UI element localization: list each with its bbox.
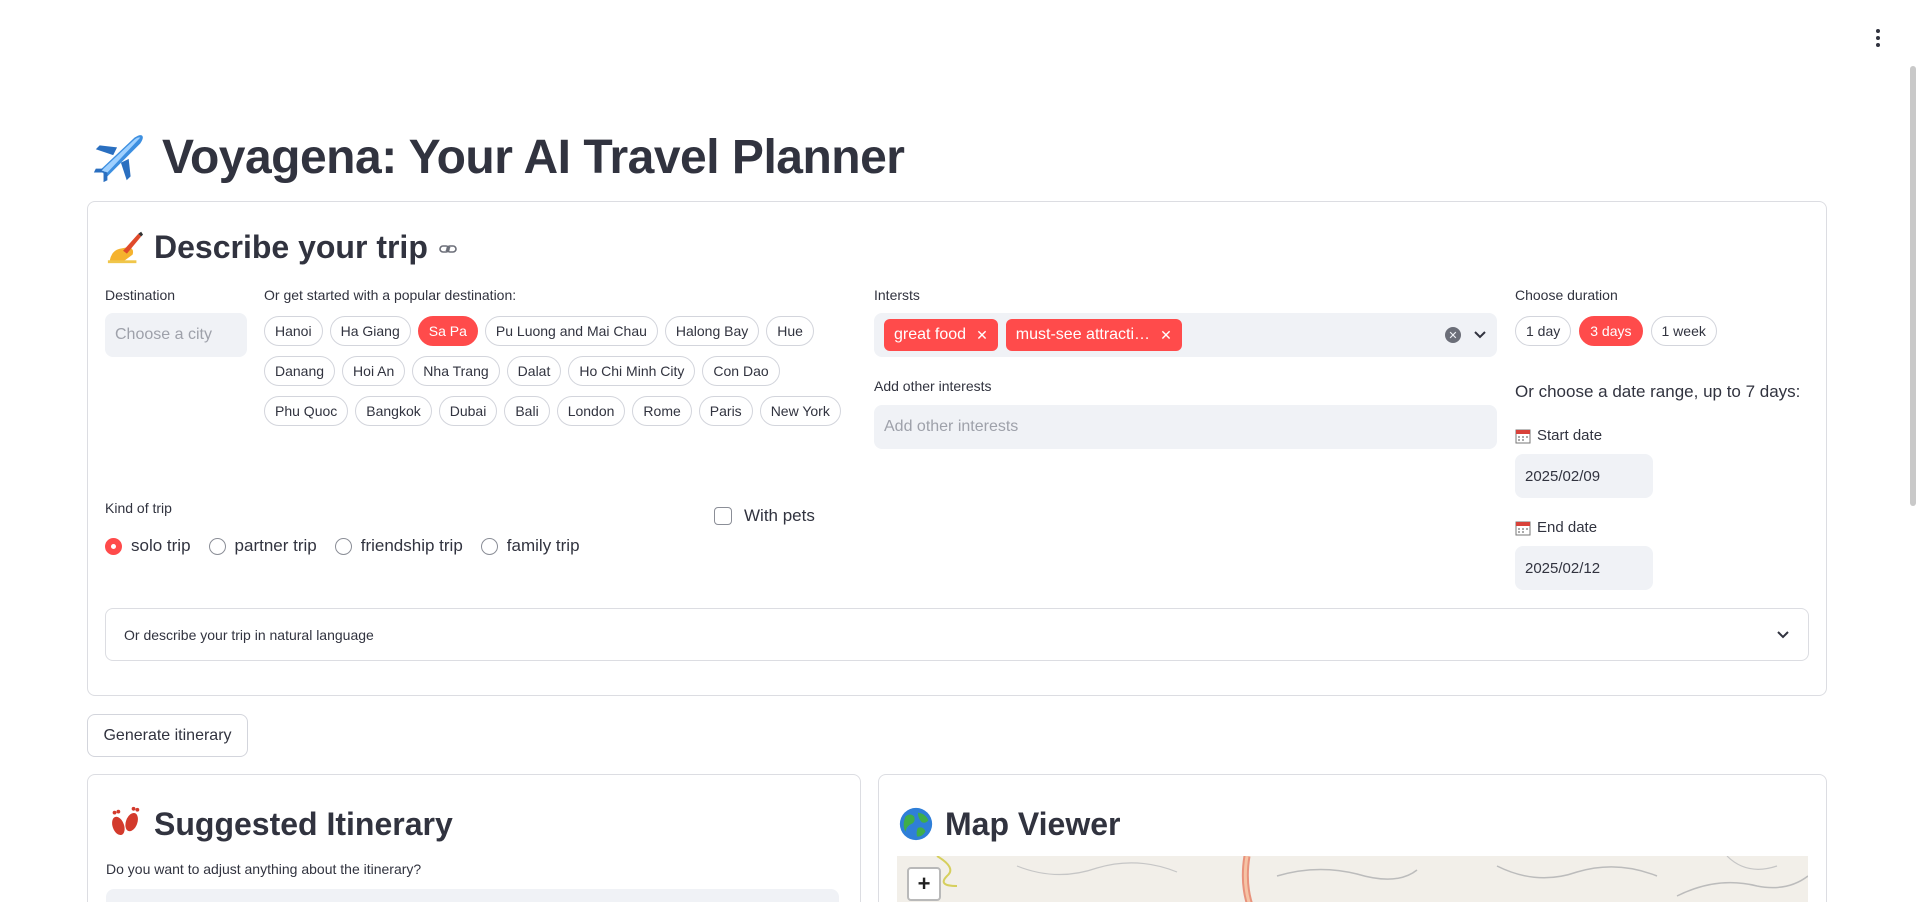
interest-tag-label: great food	[894, 326, 967, 343]
page-scrollbar[interactable]	[1908, 60, 1918, 902]
interest-tag[interactable]: must-see attracti… ✕	[1005, 319, 1182, 351]
end-date-label-text: End date	[1537, 519, 1598, 536]
adjust-itinerary-label: Do you want to adjust anything about the…	[106, 861, 422, 877]
destination-pill[interactable]: Rome	[632, 396, 692, 426]
destination-pill[interactable]: Phu Quoc	[264, 396, 349, 426]
start-date-label: Start date	[1515, 427, 1602, 444]
interests-label: Intersts	[874, 287, 920, 303]
menu-dot	[1876, 36, 1880, 40]
destination-pill[interactable]: Nha Trang	[412, 356, 500, 386]
radio-dot[interactable]	[105, 537, 122, 555]
link-icon[interactable]	[438, 239, 458, 259]
radio-dot[interactable]	[208, 537, 226, 555]
chevron-down-icon[interactable]	[1473, 328, 1487, 342]
destination-pill[interactable]: Ho Chi Minh City	[568, 356, 696, 386]
destination-pill[interactable]: Hoi An	[342, 356, 406, 386]
itinerary-card: Suggested Itinerary Do you want to adjus…	[87, 774, 861, 902]
destination-pill[interactable]: Dubai	[438, 396, 498, 426]
writing-hand-icon	[107, 231, 144, 264]
kind-of-trip-radio[interactable]: partner trip	[208, 536, 317, 556]
destination-pill[interactable]: Bangkok	[355, 396, 432, 426]
destination-label: Destination	[105, 287, 176, 303]
map-roads	[936, 856, 1808, 902]
end-date-input[interactable]: 2025/02/12	[1515, 546, 1653, 590]
map-viewer-card: Map Viewer +	[878, 774, 1827, 902]
other-interests-label: Add other interests	[874, 378, 992, 394]
adjust-itinerary-input[interactable]	[106, 889, 839, 902]
destination-input[interactable]: Choose a city	[105, 313, 247, 357]
destination-pill[interactable]: Danang	[264, 356, 336, 386]
remove-tag-icon[interactable]: ✕	[976, 327, 988, 344]
describe-heading: Describe your trip	[106, 228, 458, 266]
kind-of-trip-radio[interactable]: solo trip	[105, 536, 191, 556]
radio-label: partner trip	[234, 536, 317, 555]
destination-pill[interactable]: Dalat	[506, 356, 562, 386]
interest-tag-label: must-see attracti…	[1015, 326, 1151, 343]
map-heading-text: Map Viewer	[945, 805, 1121, 842]
radio-dot[interactable]	[334, 537, 352, 555]
duration-pill[interactable]: 3 days	[1579, 316, 1643, 346]
globe-icon	[899, 807, 933, 841]
map-heading: Map Viewer	[897, 805, 1120, 843]
itinerary-heading-text: Suggested Itinerary	[154, 805, 453, 842]
with-pets-label: With pets	[744, 506, 815, 525]
other-interests-input[interactable]: Add other interests	[874, 405, 1497, 449]
scrollbar-thumb[interactable]	[1910, 66, 1916, 506]
remove-tag-icon[interactable]: ✕	[1160, 327, 1172, 344]
date-range-label: Or choose a date range, up to 7 days:	[1515, 382, 1801, 401]
destination-pill[interactable]: Hanoi	[264, 316, 323, 346]
chevron-down-icon	[1777, 630, 1789, 638]
destination-pill[interactable]: London	[556, 396, 626, 426]
natural-language-expander[interactable]: Or describe your trip in natural languag…	[105, 608, 1809, 661]
popular-destination-pills: Hanoi Ha Giang Sa Pa Pu Luong and Mai Chau H…	[264, 316, 854, 426]
kind-of-trip-label: Kind of trip	[105, 500, 172, 516]
destination-pill[interactable]: Ha Giang	[329, 316, 411, 346]
duration-pill[interactable]: 1 day	[1515, 316, 1572, 346]
itinerary-heading: Suggested Itinerary	[106, 805, 453, 843]
zoom-in-button[interactable]: +	[907, 867, 941, 901]
radio-label: family trip	[506, 536, 580, 555]
with-pets-checkbox[interactable]: With pets	[714, 506, 815, 526]
describe-heading-text: Describe your trip	[154, 228, 428, 265]
end-date-label: End date	[1515, 519, 1597, 536]
destination-pill[interactable]: New York	[759, 396, 841, 426]
airplane-icon	[93, 135, 143, 183]
map-canvas[interactable]: +	[897, 856, 1808, 902]
menu-dot	[1876, 29, 1880, 33]
calendar-icon	[1515, 521, 1531, 535]
footprints-icon	[112, 806, 140, 836]
natural-language-label: Or describe your trip in natural languag…	[124, 626, 374, 643]
destination-pill[interactable]: Pu Luong and Mai Chau	[484, 316, 658, 346]
kind-of-trip-radio-group: solo trip partner trip friendship trip fami…	[105, 536, 580, 556]
clear-all-icon[interactable]: ✕	[1445, 327, 1461, 343]
radio-label: friendship trip	[360, 536, 463, 555]
duration-pill[interactable]: 1 week	[1650, 316, 1717, 346]
generate-itinerary-button[interactable]: Generate itinerary	[87, 714, 248, 757]
popular-destinations-label: Or get started with a popular destinatio…	[264, 287, 517, 303]
start-date-label-text: Start date	[1537, 427, 1603, 444]
interest-tag[interactable]: great food ✕	[884, 319, 998, 351]
main-menu-button[interactable]	[1868, 26, 1888, 50]
destination-pill[interactable]: Con Dao	[702, 356, 780, 386]
menu-dot	[1876, 43, 1880, 47]
destination-pill[interactable]: Bali	[504, 396, 550, 426]
duration-pills: 1 day 3 days 1 week	[1515, 316, 1717, 346]
duration-label: Choose duration	[1515, 287, 1618, 303]
page-title: Voyagena: Your AI Travel Planner	[90, 128, 905, 186]
destination-pill[interactable]: Hue	[766, 316, 814, 346]
kind-of-trip-radio[interactable]: friendship trip	[334, 536, 463, 556]
start-date-input[interactable]: 2025/02/09	[1515, 454, 1653, 498]
interests-multiselect[interactable]: great food ✕ must-see attracti… ✕ ✕	[874, 313, 1497, 357]
checkbox-box[interactable]	[714, 507, 732, 525]
app-title: Voyagena: Your AI Travel Planner	[162, 130, 905, 184]
destination-pill[interactable]: Halong Bay	[664, 316, 760, 346]
calendar-icon	[1515, 429, 1531, 443]
destination-pill[interactable]: Paris	[698, 396, 753, 426]
radio-label: solo trip	[131, 536, 191, 555]
destination-pill[interactable]: Sa Pa	[417, 316, 478, 346]
radio-dot[interactable]	[480, 537, 498, 555]
kind-of-trip-radio[interactable]: family trip	[480, 536, 580, 556]
